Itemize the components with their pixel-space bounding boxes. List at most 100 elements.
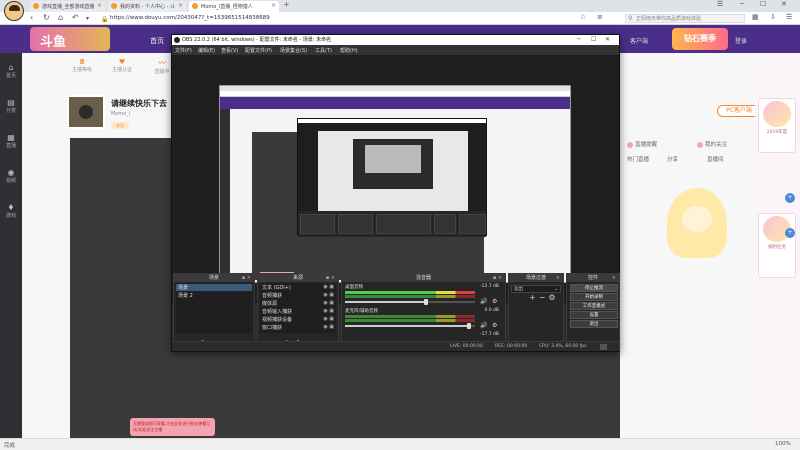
history-dropdown-icon[interactable]: ▾ bbox=[86, 15, 89, 22]
left-nav-live[interactable]: ▦ 直播 bbox=[0, 133, 22, 149]
tab-1[interactable]: 游戏直播_全部游戏直播 × bbox=[30, 1, 105, 12]
search-input[interactable]: ⚲ 正阳雨天带你高品质游戏体验 bbox=[625, 14, 745, 23]
source-item[interactable]: 视频捕获设备 ◉ ▣ bbox=[262, 316, 336, 323]
dock-close-icon[interactable]: ▪ × bbox=[493, 274, 502, 282]
extensions-icon[interactable]: ▦ bbox=[752, 13, 759, 21]
left-nav-game[interactable]: ♦ 游戏 bbox=[0, 203, 22, 219]
add-icon[interactable]: + bbox=[785, 228, 795, 238]
exit-button[interactable]: 退出 bbox=[570, 320, 618, 328]
season-promo-badge[interactable]: 钻石赛季 bbox=[672, 28, 728, 50]
source-item[interactable]: 音频输入捕获 ◉ ▣ bbox=[262, 308, 336, 315]
right-item-3[interactable]: 分享 bbox=[667, 155, 678, 163]
transitions-dock: 场景过渡 × 淡出 ⌄ +−⚙ bbox=[508, 273, 564, 351]
studio-mode-button[interactable]: 工作室模式 bbox=[570, 302, 618, 310]
transition-select[interactable]: 淡出 ⌄ bbox=[511, 285, 561, 293]
new-tab-icon[interactable]: + bbox=[283, 0, 290, 9]
source-item[interactable]: 窗口捕获 ◉ ▣ bbox=[262, 324, 336, 331]
address-toolbar: ‹ ↻ ⌂ ↶ ▾ 🔒 https://www.douyu.com/204304… bbox=[0, 12, 800, 25]
source-item[interactable]: 文本 (GDI+) ◉ ▣ bbox=[262, 284, 336, 291]
settings-button[interactable]: 设置 bbox=[570, 311, 618, 319]
menu-edit[interactable]: 编辑(E) bbox=[198, 47, 215, 54]
menu-file[interactable]: 文件(F) bbox=[175, 47, 192, 54]
speaker-icon[interactable]: 🔊 bbox=[480, 322, 487, 329]
maximize-icon[interactable]: ☐ bbox=[760, 0, 766, 8]
close-tab-icon[interactable]: × bbox=[97, 2, 102, 9]
visibility-lock-icons[interactable]: ◉ ▣ bbox=[323, 316, 334, 322]
volume-knob[interactable] bbox=[423, 299, 428, 305]
remove-transition-icon[interactable]: − bbox=[539, 293, 549, 302]
tab-2[interactable]: 我的资料 - 个人中心 - 斗 × bbox=[108, 1, 186, 12]
bookmark-list-icon[interactable]: ≡ bbox=[597, 13, 603, 21]
undo-icon[interactable]: ↶ bbox=[72, 13, 79, 22]
right-item-0[interactable]: 直播提醒 bbox=[627, 140, 657, 148]
volume-slider[interactable] bbox=[345, 323, 475, 329]
left-nav-video[interactable]: ◉ 视频 bbox=[0, 168, 22, 184]
gear-icon[interactable]: ⚙ bbox=[492, 298, 497, 305]
mixer-dock-header: 混音器 ▪ × bbox=[342, 274, 505, 282]
left-nav-category[interactable]: ▤ 分类 bbox=[0, 98, 22, 114]
obs-preview[interactable] bbox=[172, 55, 619, 303]
dock-close-icon[interactable]: ▪ × bbox=[242, 274, 251, 282]
client-link[interactable]: 客户端 bbox=[630, 36, 648, 45]
speaker-icon[interactable]: 🔊 bbox=[480, 298, 487, 305]
settings-icon[interactable]: ☰ bbox=[786, 13, 792, 21]
visibility-lock-icons[interactable]: ◉ ▣ bbox=[323, 324, 334, 330]
menu-profile[interactable]: 配置文件(P) bbox=[245, 47, 272, 54]
visibility-lock-icons[interactable]: ◉ ▣ bbox=[323, 292, 334, 298]
volume-knob[interactable] bbox=[466, 323, 471, 329]
event-card-1[interactable]: 2019年度 bbox=[758, 98, 796, 153]
right-item-1[interactable]: 我的关注 bbox=[697, 140, 727, 148]
left-nav-home[interactable]: ⌂ 首页 bbox=[0, 63, 22, 79]
event-card-2[interactable]: 福利任务 bbox=[758, 213, 796, 278]
gear-icon[interactable]: ⚙ bbox=[548, 293, 558, 302]
menu-icon[interactable]: ☰ bbox=[717, 0, 723, 8]
minimize-icon[interactable]: ─ bbox=[740, 0, 744, 8]
home-icon[interactable]: ⌂ bbox=[58, 13, 63, 22]
site-logo[interactable]: 斗鱼 bbox=[40, 31, 66, 50]
minimize-icon[interactable]: ─ bbox=[577, 35, 581, 45]
close-window-icon[interactable]: ✕ bbox=[605, 35, 610, 45]
close-window-icon[interactable]: ✕ bbox=[781, 0, 787, 8]
volume-slider[interactable] bbox=[345, 299, 475, 305]
dock-close-icon[interactable]: ▪ × bbox=[326, 274, 335, 282]
anchor-name[interactable]: Momo_i bbox=[111, 111, 130, 117]
zoom-level[interactable]: 100% bbox=[775, 441, 791, 447]
add-icon[interactable]: + bbox=[785, 193, 795, 203]
tab-3[interactable]: Momo_i直播_怪物猎人 × bbox=[189, 1, 279, 12]
menu-help[interactable]: 帮助(H) bbox=[340, 47, 358, 54]
maximize-icon[interactable]: ☐ bbox=[591, 35, 596, 45]
close-tab-icon[interactable]: × bbox=[271, 2, 276, 9]
menu-scene-collection[interactable]: 场景集合(S) bbox=[280, 47, 307, 54]
dock-close-icon[interactable]: × bbox=[612, 274, 616, 282]
event-sidebar: 2019年度 福利任务 + + bbox=[755, 53, 800, 438]
browser-avatar-icon[interactable] bbox=[4, 1, 24, 21]
anchor-avatar[interactable] bbox=[67, 95, 105, 129]
stop-streaming-button[interactable]: 停止推流 bbox=[570, 284, 618, 292]
visibility-lock-icons[interactable]: ◉ ▣ bbox=[323, 284, 334, 290]
download-icon[interactable]: ⇩ bbox=[770, 13, 776, 21]
reload-icon[interactable]: ↻ bbox=[43, 13, 50, 22]
login-tip-toast[interactable]: 无需登录即可观看,可在此处进行粉丝弹幕互动,欢迎关注主播 bbox=[130, 418, 215, 436]
menu-view[interactable]: 查看(V) bbox=[221, 47, 238, 54]
menu-tools[interactable]: 工具(T) bbox=[315, 47, 332, 54]
transitions-dock-header: 场景过渡 × bbox=[509, 274, 563, 282]
visibility-lock-icons[interactable]: ◉ ▣ bbox=[323, 308, 334, 314]
star-icon[interactable]: ☆ bbox=[580, 13, 586, 21]
visibility-lock-icons[interactable]: ◉ ▣ bbox=[323, 300, 334, 306]
url-input[interactable]: 🔒 https://www.douyu.com/2043047?_t=15396… bbox=[100, 14, 500, 23]
right-item-2[interactable]: 热门直播 bbox=[627, 155, 649, 163]
scene-item[interactable]: 场景 2 bbox=[178, 292, 193, 299]
dock-close-icon[interactable]: × bbox=[556, 274, 560, 282]
start-recording-button[interactable]: 开始录制 bbox=[570, 293, 618, 301]
back-icon[interactable]: ‹ bbox=[30, 13, 33, 22]
scene-item[interactable]: 场景 bbox=[176, 284, 252, 291]
login-link[interactable]: 登录 bbox=[735, 36, 747, 45]
close-tab-icon[interactable]: × bbox=[178, 2, 183, 9]
add-transition-icon[interactable]: + bbox=[529, 293, 539, 302]
follow-button[interactable]: 关注 bbox=[111, 122, 129, 129]
source-item[interactable]: 媒体源 ◉ ▣ bbox=[262, 300, 336, 307]
gear-icon[interactable]: ⚙ bbox=[492, 322, 497, 329]
nav-home-link[interactable]: 首页 bbox=[150, 36, 164, 46]
source-item[interactable]: 音频捕获 ◉ ▣ bbox=[262, 292, 336, 299]
right-item-4[interactable]: 直播间 bbox=[707, 155, 724, 163]
